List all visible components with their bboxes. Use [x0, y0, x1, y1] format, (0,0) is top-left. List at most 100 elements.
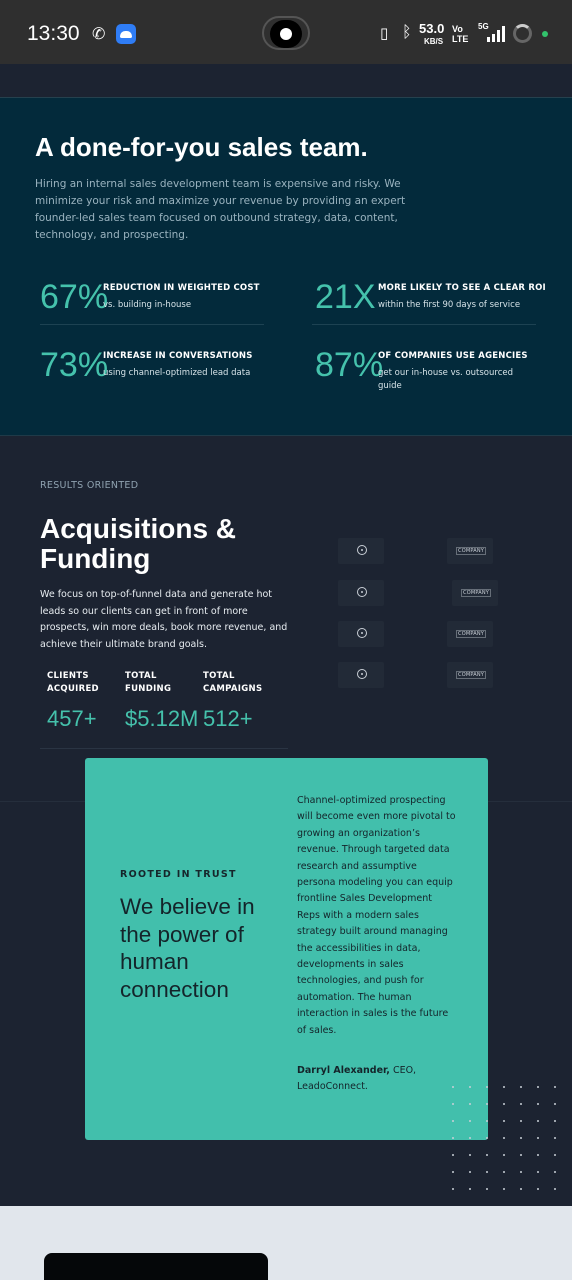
dot — [554, 1171, 556, 1173]
dot — [469, 1171, 471, 1173]
dot — [503, 1188, 505, 1190]
dot — [503, 1137, 505, 1139]
dot — [452, 1086, 454, 1088]
phone-icon: ✆ — [92, 24, 106, 43]
seal-logo-icon — [357, 669, 367, 679]
client-logo: COMPANY — [447, 662, 493, 688]
dot — [486, 1154, 488, 1156]
next-section — [0, 1206, 572, 1280]
kpi-heading: CLIENTS ACQUIRED — [47, 671, 99, 694]
dot — [486, 1188, 488, 1190]
hotspot-icon — [270, 20, 302, 48]
client-logo: COMPANY — [452, 580, 498, 606]
company-logo-word: COMPANY — [456, 547, 487, 555]
dot — [452, 1188, 454, 1190]
stat-number: 21X — [315, 278, 376, 316]
dot — [520, 1103, 522, 1105]
stat-label: REDUCTION IN WEIGHTED COST — [103, 283, 260, 293]
dot — [537, 1137, 539, 1139]
stat-number: 73% — [40, 346, 109, 384]
testimonial-eyebrow: ROOTED IN TRUST — [120, 869, 237, 880]
stat-item: 87% OF COMPANIES USE AGENCIES get our in… — [315, 346, 545, 406]
dot — [537, 1086, 539, 1088]
seal-logo-icon — [357, 587, 367, 597]
dot — [520, 1154, 522, 1156]
company-logo-word: COMPANY — [456, 671, 487, 679]
battery-icon — [513, 24, 532, 43]
client-logo — [338, 538, 384, 564]
kpi-value: $5.12M — [125, 706, 199, 731]
dot — [469, 1188, 471, 1190]
dot — [554, 1154, 556, 1156]
dot — [537, 1120, 539, 1122]
dot — [554, 1103, 556, 1105]
dot — [520, 1086, 522, 1088]
company-logo-word: COMPANY — [461, 589, 492, 597]
stat-item: 21X MORE LIKELY TO SEE A CLEAR ROI withi… — [315, 278, 546, 338]
dot — [486, 1120, 488, 1122]
stat-sub: get our in-house vs. outsourced guide — [378, 368, 513, 391]
client-logo — [338, 580, 384, 606]
stat-sub: using channel-optimized lead data — [103, 368, 251, 378]
dot — [537, 1154, 539, 1156]
stat-number: 87% — [315, 346, 384, 384]
dot — [469, 1086, 471, 1088]
stat-sub: within the first 90 days of service — [378, 300, 521, 310]
dot — [452, 1137, 454, 1139]
dot — [520, 1188, 522, 1190]
dot — [469, 1154, 471, 1156]
kpi-value: 512+ — [203, 706, 253, 731]
signal-icon — [487, 26, 505, 42]
dot — [469, 1120, 471, 1122]
dot — [537, 1103, 539, 1105]
dot — [503, 1120, 505, 1122]
stat-label: MORE LIKELY TO SEE A CLEAR ROI — [378, 283, 546, 293]
dot — [469, 1103, 471, 1105]
dot — [452, 1171, 454, 1173]
dot — [452, 1120, 454, 1122]
dot — [520, 1120, 522, 1122]
dot — [554, 1188, 556, 1190]
seal-logo-icon — [357, 628, 367, 638]
volte-indicator: Vo LTE — [452, 24, 469, 44]
testimonial-title: We believe in the power of human connect… — [120, 894, 255, 1002]
network-speed-unit: KB/S — [424, 37, 444, 46]
kpi-heading: TOTAL FUNDING — [125, 671, 172, 694]
dot — [520, 1171, 522, 1173]
client-logo: COMPANY — [447, 621, 493, 647]
author-name: Darryl Alexander, — [297, 1065, 390, 1076]
kpi-divider — [40, 748, 288, 749]
bluetooth-icon: ᛒ — [402, 22, 412, 41]
dot — [486, 1137, 488, 1139]
dot — [537, 1171, 539, 1173]
stat-divider — [40, 324, 264, 325]
dot — [486, 1086, 488, 1088]
nav-strip — [0, 64, 572, 98]
dot — [503, 1171, 505, 1173]
dot — [554, 1086, 556, 1088]
testimonial-text: Channel-optimized prospecting will becom… — [297, 795, 456, 1036]
dot — [452, 1154, 454, 1156]
dot — [503, 1103, 505, 1105]
dot — [469, 1137, 471, 1139]
stat-divider — [312, 324, 536, 325]
dot — [554, 1120, 556, 1122]
kpi-heading: TOTAL CAMPAIGNS — [203, 671, 263, 694]
stat-label: OF COMPANIES USE AGENCIES — [378, 351, 528, 361]
dot — [452, 1103, 454, 1105]
dark-card — [44, 1253, 268, 1280]
hero-description: Hiring an internal sales development tea… — [35, 178, 406, 241]
stat-number: 67% — [40, 278, 109, 316]
testimonial-author: Darryl Alexander, CEO, LeadoConnect. — [297, 1063, 457, 1096]
cloud-app-icon — [116, 24, 136, 44]
dot — [486, 1171, 488, 1173]
client-logo — [338, 621, 384, 647]
section-title: Acquisitions & Funding — [40, 513, 237, 574]
stat-label: INCREASE IN CONVERSATIONS — [103, 351, 253, 361]
dot — [503, 1154, 505, 1156]
testimonial-card: ROOTED IN TRUST We believe in the power … — [85, 758, 488, 1140]
dot-pattern-decoration — [450, 1084, 570, 1204]
section-description: We focus on top-of-funnel data and gener… — [40, 589, 288, 650]
hero-title: A done-for-you sales team. — [35, 132, 368, 162]
dot — [537, 1188, 539, 1190]
